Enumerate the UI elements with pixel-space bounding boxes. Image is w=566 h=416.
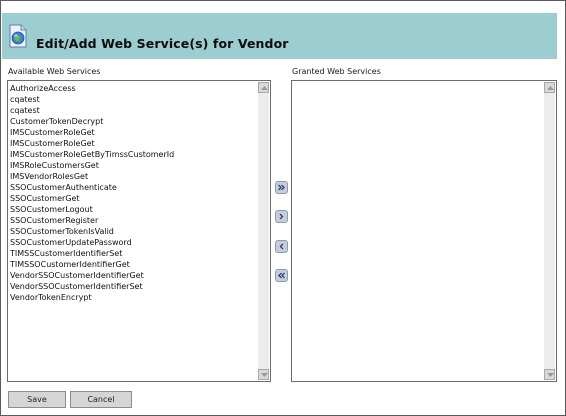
service-list-item[interactable]: IMSRoleCustomersGet bbox=[10, 160, 174, 171]
service-list-item[interactable]: SSOCustomerLogout bbox=[10, 204, 174, 215]
arrow-down-icon bbox=[547, 373, 554, 377]
chevron-right-icon bbox=[279, 213, 284, 220]
dialog-frame: Edit/Add Web Service(s) for Vendor Avail… bbox=[0, 0, 566, 416]
double-chevron-right-icon bbox=[278, 184, 285, 191]
service-list-item[interactable]: IMSVendorRolesGet bbox=[10, 171, 174, 182]
scroll-down-button[interactable] bbox=[258, 369, 269, 380]
service-list-item[interactable]: cqatest bbox=[10, 105, 174, 116]
page-title: Edit/Add Web Service(s) for Vendor bbox=[36, 36, 289, 51]
move-right-button[interactable] bbox=[275, 210, 288, 223]
available-list-scrollbar[interactable] bbox=[258, 82, 269, 380]
dialog-header: Edit/Add Web Service(s) for Vendor bbox=[2, 13, 557, 59]
available-services-items: AuthorizeAccess cqatest cqatest CustomerTok… bbox=[10, 83, 174, 303]
move-all-left-button[interactable] bbox=[275, 269, 288, 282]
service-list-item[interactable]: VendorSSOCustomerIdentifierSet bbox=[10, 281, 174, 292]
scroll-up-button[interactable] bbox=[544, 82, 555, 93]
service-list-item[interactable]: IMSCustomerRoleGet bbox=[10, 127, 174, 138]
service-list-item[interactable]: SSOCustomerTokenIsValid bbox=[10, 226, 174, 237]
cancel-button[interactable]: Cancel bbox=[70, 391, 132, 408]
available-services-label: Available Web Services bbox=[8, 67, 101, 76]
service-list-item[interactable]: TIMSSCustomerIdentifierSet bbox=[10, 248, 174, 259]
service-list-item[interactable]: cqatest bbox=[10, 94, 174, 105]
move-left-button[interactable] bbox=[275, 240, 288, 253]
available-services-list[interactable]: AuthorizeAccess cqatest cqatest CustomerTok… bbox=[7, 80, 271, 382]
save-button[interactable]: Save bbox=[8, 391, 66, 408]
chevron-left-icon bbox=[279, 243, 284, 250]
service-list-item[interactable]: SSOCustomerAuthenticate bbox=[10, 182, 174, 193]
granted-services-list[interactable] bbox=[291, 80, 557, 382]
granted-list-scrollbar[interactable] bbox=[544, 82, 555, 380]
scroll-up-button[interactable] bbox=[258, 82, 269, 93]
web-service-icon bbox=[9, 24, 27, 48]
double-chevron-left-icon bbox=[278, 272, 285, 279]
service-list-item[interactable]: CustomerTokenDecrypt bbox=[10, 116, 174, 127]
service-list-item[interactable]: AuthorizeAccess bbox=[10, 83, 174, 94]
scroll-down-button[interactable] bbox=[544, 369, 555, 380]
service-list-item[interactable]: SSOCustomerGet bbox=[10, 193, 174, 204]
service-list-item[interactable]: IMSCustomerRoleGetByTimssCustomerId bbox=[10, 149, 174, 160]
arrow-up-icon bbox=[547, 86, 554, 90]
service-list-item[interactable]: VendorSSOCustomerIdentifierGet bbox=[10, 270, 174, 281]
service-list-item[interactable]: SSOCustomerUpdatePassword bbox=[10, 237, 174, 248]
arrow-up-icon bbox=[261, 86, 268, 90]
move-all-right-button[interactable] bbox=[275, 181, 288, 194]
service-list-item[interactable]: IMSCustomerRoleGet bbox=[10, 138, 174, 149]
service-list-item[interactable]: VendorTokenEncrypt bbox=[10, 292, 174, 303]
service-list-item[interactable]: SSOCustomerRegister bbox=[10, 215, 174, 226]
service-list-item[interactable]: TIMSSOCustomerIdentifierGet bbox=[10, 259, 174, 270]
granted-services-label: Granted Web Services bbox=[292, 67, 381, 76]
arrow-down-icon bbox=[261, 373, 268, 377]
